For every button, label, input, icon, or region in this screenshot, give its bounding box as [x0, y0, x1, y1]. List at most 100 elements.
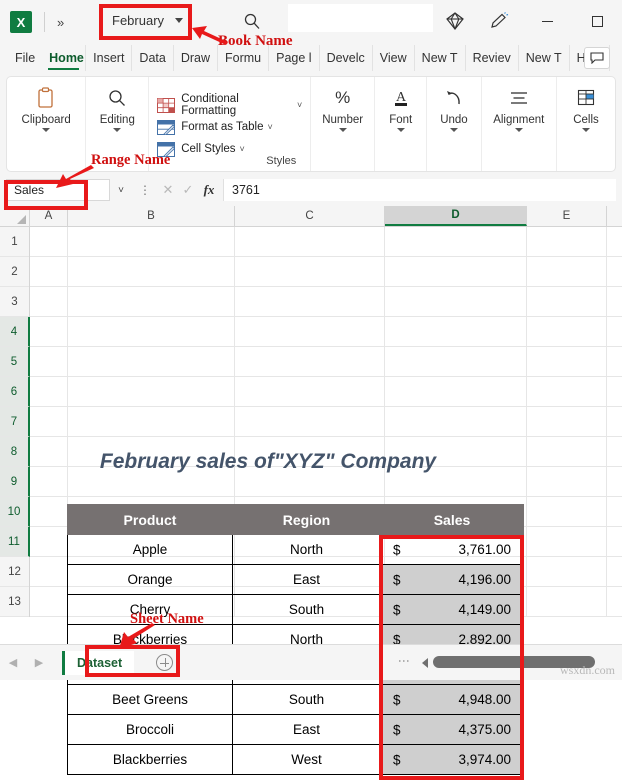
row-header-4[interactable]: 4: [0, 317, 30, 347]
cell-region[interactable]: West: [232, 744, 381, 775]
insert-function-icon[interactable]: fx: [198, 182, 220, 198]
diamond-icon[interactable]: [445, 11, 465, 31]
row-header-6[interactable]: 6: [0, 377, 30, 407]
maximize-button[interactable]: [585, 10, 609, 32]
conditional-formatting-label: Conditional Formatting: [181, 93, 239, 117]
tab-file[interactable]: File: [8, 45, 42, 71]
cell-region[interactable]: East: [232, 564, 381, 595]
worksheet-title: February sales of"XYZ" Company: [99, 450, 437, 473]
table-row[interactable]: Apple North $3,761.00: [67, 534, 524, 565]
row-header-12[interactable]: 12: [0, 557, 29, 587]
column-header-b[interactable]: B: [68, 206, 235, 226]
ribbon-group-label: Clipboard: [21, 114, 71, 126]
formula-input[interactable]: 3761: [223, 179, 616, 201]
chevron-down-icon[interactable]: [514, 128, 523, 132]
cell-product[interactable]: Apple: [67, 534, 233, 565]
row-header-3[interactable]: 3: [0, 287, 29, 317]
tab-review[interactable]: Reviev: [466, 45, 519, 71]
cell-product[interactable]: Orange: [67, 564, 233, 595]
quick-access-overflow-button[interactable]: »: [57, 15, 64, 30]
minimize-button[interactable]: [535, 10, 559, 32]
chevron-down-icon[interactable]: [338, 128, 347, 132]
ribbon-group-alignment[interactable]: Alignment: [482, 77, 557, 171]
row-header-5[interactable]: 5: [0, 347, 30, 377]
cell-sales[interactable]: $4,948.00: [380, 684, 524, 715]
conditional-formatting-button[interactable]: Conditional Formatting ˅: [157, 93, 302, 117]
tab-new-tab-2[interactable]: New T: [519, 45, 570, 71]
scroll-left-arrow-icon[interactable]: [422, 658, 428, 668]
row-header-1[interactable]: 1: [0, 227, 29, 257]
search-icon[interactable]: [243, 12, 261, 30]
table-row[interactable]: Orange East $4,196.00: [67, 564, 524, 595]
chevron-down-icon[interactable]: ˅: [240, 144, 245, 154]
tab-view[interactable]: View: [373, 45, 415, 71]
chevron-down-icon[interactable]: ˅: [267, 122, 272, 132]
previous-sheet-button[interactable]: ◀: [0, 656, 26, 669]
row-header-7[interactable]: 7: [0, 407, 30, 437]
cell-region[interactable]: South: [232, 594, 381, 625]
row-header-8[interactable]: 8: [0, 437, 30, 467]
chevron-down-icon[interactable]: [582, 128, 590, 132]
format-as-table-label: Format as Table: [181, 121, 264, 133]
cell-product[interactable]: Beet Greens: [67, 684, 233, 715]
search-input[interactable]: [288, 4, 433, 32]
row-header-13[interactable]: 13: [0, 587, 29, 617]
title-bar: » February: [0, 0, 622, 44]
cell-sales[interactable]: $3,974.00: [380, 744, 524, 775]
cell-sales[interactable]: $4,196.00: [380, 564, 524, 595]
confirm-formula-icon[interactable]: ✓: [178, 182, 198, 198]
row-header-10[interactable]: 10: [0, 497, 30, 527]
name-box-chevron-down-icon[interactable]: ˅: [110, 179, 132, 201]
row-header-11[interactable]: 11: [0, 527, 30, 557]
column-header-d[interactable]: D: [385, 206, 527, 226]
cell-region[interactable]: South: [232, 684, 381, 715]
cell-sales[interactable]: $4,375.00: [380, 714, 524, 745]
sales-value: 4,948.00: [458, 692, 511, 707]
cell-product[interactable]: Blackberries: [67, 744, 233, 775]
column-header-e[interactable]: E: [527, 206, 607, 226]
table-row[interactable]: Blackberries West $3,974.00: [67, 744, 524, 775]
book-name-label[interactable]: February: [112, 13, 164, 28]
font-a-icon: A: [391, 85, 411, 111]
chevron-down-icon[interactable]: [113, 128, 122, 132]
pen-icon[interactable]: [489, 11, 509, 31]
next-sheet-button[interactable]: ▶: [26, 656, 52, 669]
chevron-down-icon[interactable]: [396, 128, 405, 132]
cell-sales[interactable]: $4,149.00: [380, 594, 524, 625]
cell-region[interactable]: East: [232, 714, 381, 745]
tab-developer[interactable]: Develc: [320, 45, 373, 71]
tab-insert[interactable]: Insert: [86, 45, 133, 71]
chevron-down-icon[interactable]: ˅: [297, 100, 302, 110]
ribbon-group-number[interactable]: % Number: [311, 77, 376, 171]
sales-value: 4,375.00: [458, 722, 511, 737]
tab-draw[interactable]: Draw: [174, 45, 218, 71]
svg-text:A: A: [396, 90, 407, 105]
cell-region[interactable]: North: [232, 534, 381, 565]
column-header-c[interactable]: C: [235, 206, 385, 226]
tab-home[interactable]: Home: [42, 45, 87, 71]
table-row[interactable]: Broccoli East $4,375.00: [67, 714, 524, 745]
clipboard-icon: [36, 85, 56, 111]
chevron-down-icon[interactable]: [449, 128, 458, 132]
format-as-table-button[interactable]: Format as Table ˅: [157, 116, 302, 138]
cancel-formula-icon[interactable]: ✕: [158, 182, 178, 198]
comments-button[interactable]: [584, 47, 610, 69]
cells-table-icon: [576, 85, 596, 111]
cell-product[interactable]: Broccoli: [67, 714, 233, 745]
ribbon-group-label: Editing: [99, 114, 135, 126]
conditional-formatting-icon: [157, 97, 176, 113]
table-header-row: Product Region Sales: [67, 504, 524, 535]
tab-data[interactable]: Data: [132, 45, 174, 71]
split-handle[interactable]: ⋮: [397, 655, 411, 665]
ribbon-group-clipboard[interactable]: Clipboard: [7, 77, 87, 171]
table-row[interactable]: Beet Greens South $4,948.00: [67, 684, 524, 715]
row-header-2[interactable]: 2: [0, 257, 29, 287]
ribbon-group-cells[interactable]: Cells: [557, 77, 615, 171]
tab-new-tab-1[interactable]: New T: [415, 45, 466, 71]
ribbon-group-undo[interactable]: Undo: [427, 77, 482, 171]
ribbon-group-font[interactable]: A Font: [375, 77, 428, 171]
chevron-down-icon[interactable]: [42, 128, 51, 132]
cell-sales[interactable]: $3,761.00: [380, 534, 524, 565]
book-name-chevron-down-icon[interactable]: [175, 18, 183, 23]
row-header-9[interactable]: 9: [0, 467, 30, 497]
